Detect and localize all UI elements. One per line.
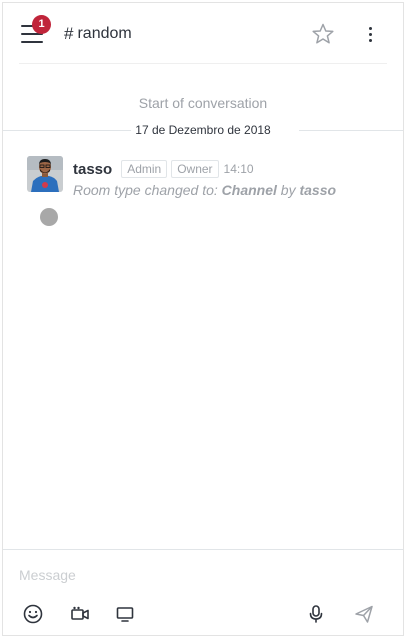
room-header: 1 # random [3,3,403,63]
unread-badge: 1 [32,15,51,34]
date-separator: 17 de Dezembro de 2018 [3,121,403,139]
room-name: random [77,25,132,42]
username[interactable]: tasso [73,161,112,178]
kebab-icon [368,27,372,30]
favorite-button[interactable] [311,22,335,46]
role-badge-owner: Owner [171,160,219,178]
video-icon [71,606,89,620]
message-text-prefix: Room type changed to: [73,182,222,198]
kebab-icon-dot [368,33,372,36]
menu-icon-bar [21,41,43,43]
user-avatar-image [27,156,63,192]
microphone-icon [309,605,323,623]
composer-divider [3,549,403,550]
message-item[interactable]: tasso Admin Owner 14:10 Room type change… [27,156,387,228]
room-view: 1 # random Start of conversation 17 de D… [2,2,404,636]
emoji-icon [23,604,43,624]
system-message-text: Room type changed to: Channel by tasso [73,182,336,198]
message-timestamp: 14:10 [223,162,254,176]
channel-hash-icon: # [64,24,74,43]
send-icon [355,605,373,623]
start-of-conversation: Start of conversation [138,95,268,111]
loading-indicator [40,208,58,226]
message-actor: tasso [299,182,337,198]
video-message-button[interactable] [69,603,91,625]
role-badge-admin: Admin [121,160,168,178]
message-header: tasso Admin Owner 14:10 [73,159,254,179]
room-title[interactable]: # random [64,23,132,45]
audio-message-button[interactable] [305,603,327,625]
message-input[interactable] [19,563,379,587]
star-icon [312,23,334,44]
kebab-icon-dot [368,39,372,42]
date-separator-line [299,130,403,131]
header-divider [19,63,387,64]
emoji-button[interactable] [22,603,44,625]
send-button[interactable] [353,603,375,625]
avatar[interactable] [27,156,63,192]
screen-share-button[interactable] [114,603,136,625]
message-text-middle: by [276,182,300,198]
more-options-button[interactable] [365,24,375,44]
message-room-type: Channel [221,182,277,198]
screen-share-icon [116,607,134,622]
